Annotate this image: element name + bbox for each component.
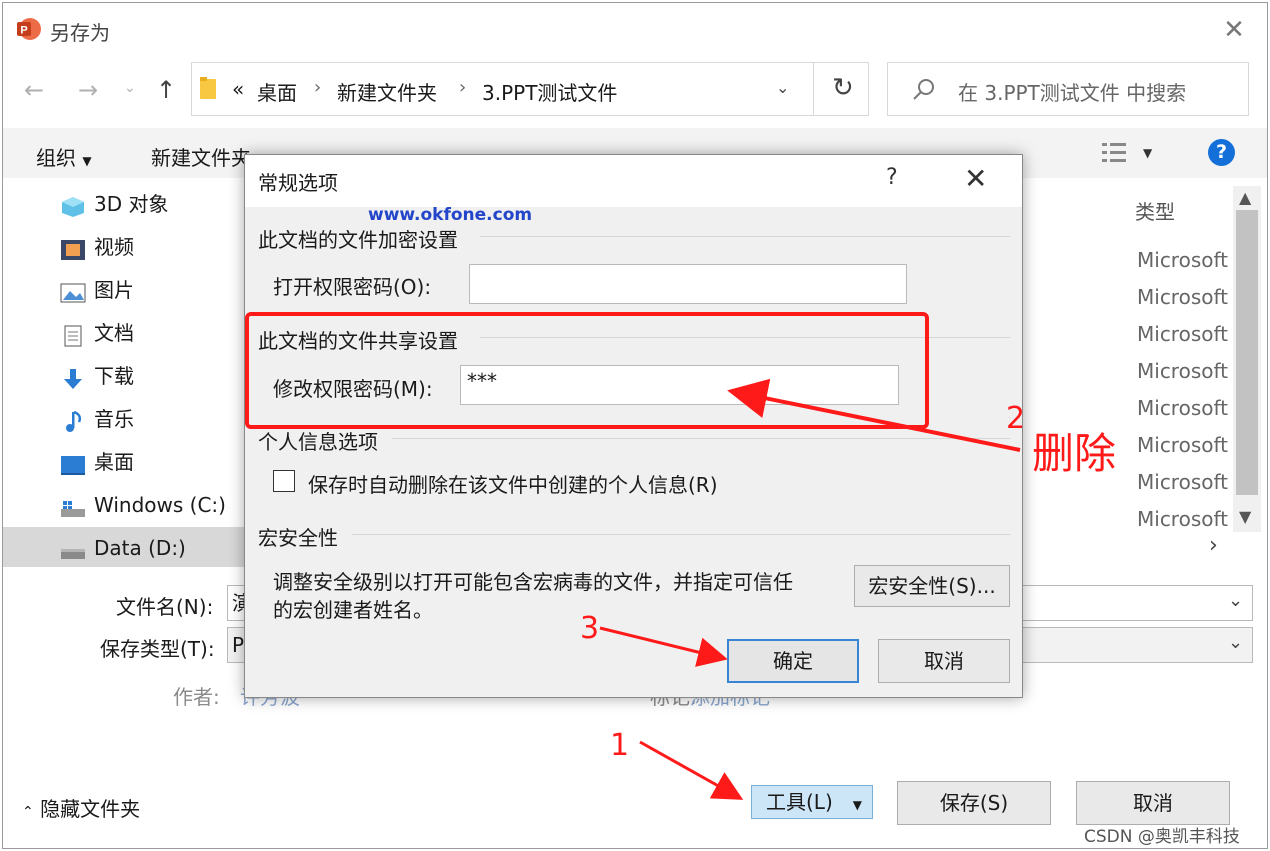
csdn-credit: CSDN @奥凯丰科技 — [1084, 827, 1240, 847]
annotation-step-1: 1 — [610, 728, 630, 763]
annotation-delete-label: 删除 — [1032, 429, 1117, 478]
annotation-step-2: 2 — [1006, 401, 1026, 436]
annotation-step-3: 3 — [580, 611, 600, 646]
